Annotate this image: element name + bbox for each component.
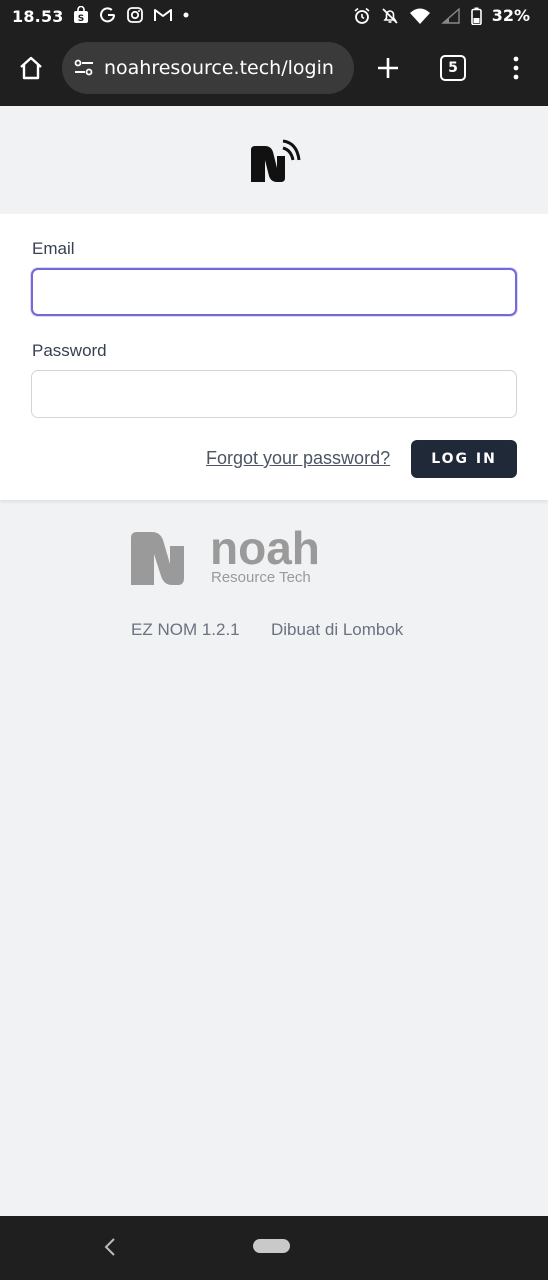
- instagram-icon: [127, 7, 143, 23]
- shopping-bag-icon: S: [74, 6, 88, 24]
- noah-wordmark: noah Resource Tech: [210, 528, 320, 586]
- menu-button[interactable]: [494, 46, 538, 90]
- logo-sub: Resource Tech: [211, 569, 311, 586]
- battery-icon: [470, 7, 482, 25]
- version-text: EZ NOM 1.2.1: [131, 620, 240, 639]
- battery-percentage: 32%: [491, 6, 530, 25]
- bell-off-icon: [382, 7, 398, 24]
- home-button[interactable]: [9, 46, 53, 90]
- url-text[interactable]: noahresource.tech/login: [104, 57, 334, 79]
- home-gesture-pill[interactable]: [253, 1239, 290, 1253]
- status-time: 18.53: [12, 7, 64, 26]
- login-button[interactable]: LOG IN: [411, 440, 517, 478]
- back-icon[interactable]: [100, 1236, 120, 1258]
- gmail-icon: [154, 9, 172, 21]
- header-logo-area: [0, 106, 548, 214]
- system-nav-bar: [0, 1216, 548, 1280]
- notification-icons: S: [72, 6, 190, 24]
- tab-switcher-button[interactable]: 5: [431, 46, 475, 90]
- system-icons: 32%: [353, 6, 530, 25]
- email-label: Email: [32, 239, 75, 258]
- email-field[interactable]: [31, 268, 517, 316]
- tab-count: 5: [440, 55, 466, 81]
- alarm-icon: [354, 7, 370, 24]
- site-settings-icon[interactable]: [72, 56, 96, 80]
- more-vertical-icon: [513, 56, 519, 80]
- dot-icon: [183, 12, 189, 18]
- signal-icon: [440, 6, 460, 24]
- plus-icon: [378, 58, 398, 78]
- home-icon: [20, 56, 42, 80]
- made-in-text: Dibuat di Lombok: [271, 620, 404, 639]
- browser-toolbar: noahresource.tech/login 5: [0, 34, 548, 106]
- address-bar[interactable]: noahresource.tech/login: [62, 42, 354, 94]
- brand-logo-icon: [251, 139, 301, 182]
- password-field[interactable]: [31, 370, 517, 418]
- status-bar: 18.53 S 32%: [0, 0, 548, 34]
- password-label: Password: [32, 341, 107, 360]
- logo-word: noah: [210, 528, 320, 574]
- g-icon: [100, 7, 116, 23]
- new-tab-button[interactable]: [366, 46, 410, 90]
- noah-logo-mark-icon: [131, 532, 184, 585]
- login-form: Email Password Forgot your password? LOG…: [0, 214, 548, 500]
- forgot-password-link[interactable]: Forgot your password?: [206, 448, 390, 469]
- svg-text:S: S: [78, 14, 84, 24]
- wifi-icon: [409, 8, 430, 24]
